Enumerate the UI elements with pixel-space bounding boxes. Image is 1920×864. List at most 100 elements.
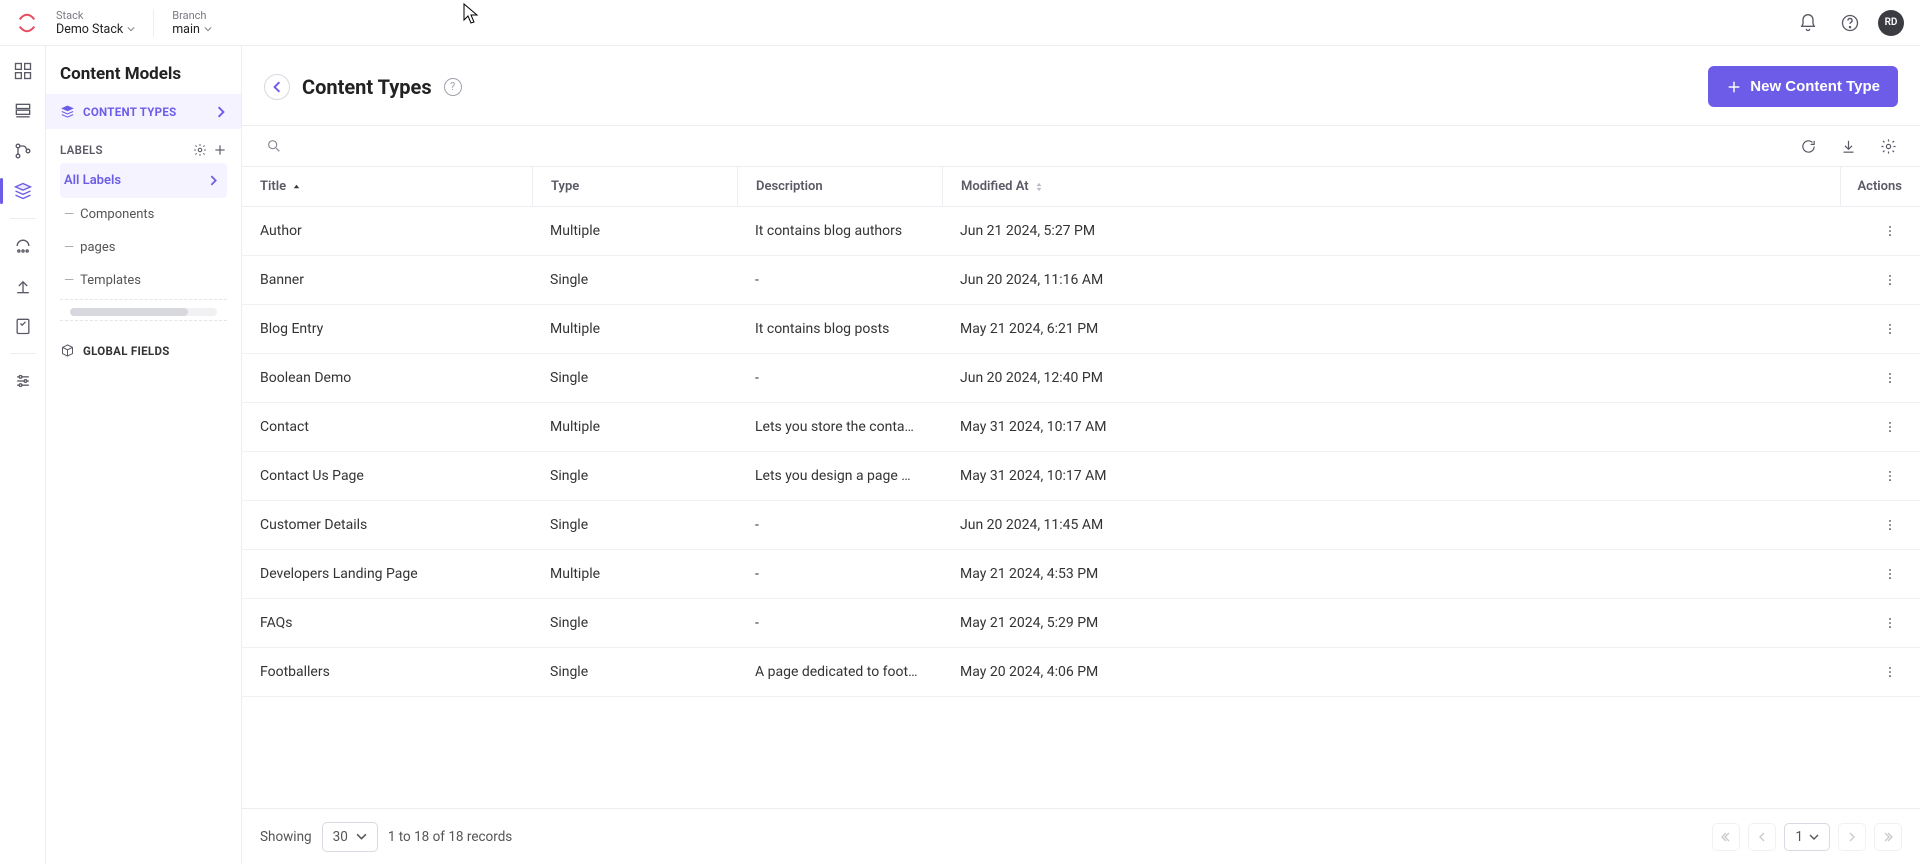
page-last-button[interactable] <box>1874 823 1902 851</box>
nav-entries[interactable] <box>6 94 40 128</box>
row-actions-button[interactable] <box>1878 219 1902 243</box>
cell-description: It contains blog authors <box>737 223 942 239</box>
col-header-title[interactable]: Title <box>242 179 532 194</box>
table-row[interactable]: Customer Details Single - Jun 20 2024, 1… <box>242 501 1920 550</box>
label-item[interactable]: —Components <box>60 198 227 231</box>
user-avatar[interactable]: RD <box>1878 10 1904 36</box>
nav-branches[interactable] <box>6 134 40 168</box>
col-header-modified[interactable]: Modified At <box>942 167 1482 206</box>
stack-selector[interactable]: Demo Stack <box>56 22 135 37</box>
section-content-types[interactable]: CONTENT TYPES <box>46 94 241 129</box>
table-row[interactable]: Banner Single - Jun 20 2024, 11:16 AM <box>242 256 1920 305</box>
label-text: pages <box>80 240 115 255</box>
table-row[interactable]: Blog Entry Multiple It contains blog pos… <box>242 305 1920 354</box>
cell-title: FAQs <box>242 615 532 631</box>
row-actions-button[interactable] <box>1878 562 1902 586</box>
table-settings-button[interactable] <box>1874 132 1902 160</box>
row-actions-button[interactable] <box>1878 268 1902 292</box>
page-first-button[interactable] <box>1712 823 1740 851</box>
label-text: Templates <box>80 273 141 288</box>
notifications-button[interactable] <box>1794 9 1822 37</box>
sort-both-icon <box>1035 182 1043 192</box>
title-help-icon[interactable]: ? <box>444 78 462 96</box>
row-actions-button[interactable] <box>1878 415 1902 439</box>
branch-selector[interactable]: main <box>172 22 212 37</box>
cell-modified: May 21 2024, 5:29 PM <box>942 615 1482 631</box>
cell-type: Single <box>532 272 737 288</box>
kebab-icon <box>1883 469 1897 483</box>
global-fields-label: GLOBAL FIELDS <box>83 344 170 358</box>
chevron-right-icon <box>215 106 227 118</box>
plus-icon[interactable] <box>213 143 227 157</box>
col-header-description[interactable]: Description <box>737 167 942 206</box>
row-actions-button[interactable] <box>1878 660 1902 684</box>
table-row[interactable]: Developers Landing Page Multiple - May 2… <box>242 550 1920 599</box>
dash-icon: — <box>64 240 74 255</box>
label-text: Components <box>80 207 154 222</box>
section-global-fields[interactable]: GLOBAL FIELDS <box>46 333 241 368</box>
table-row[interactable]: Contact Us Page Single Lets you design a… <box>242 452 1920 501</box>
cell-type: Multiple <box>532 223 737 239</box>
table-footer: Showing 30 1 to 18 of 18 records 1 <box>242 808 1920 864</box>
kebab-icon <box>1883 616 1897 630</box>
kebab-icon <box>1883 273 1897 287</box>
kebab-icon <box>1883 420 1897 434</box>
table-row[interactable]: FAQs Single - May 21 2024, 5:29 PM <box>242 599 1920 648</box>
label-all-labels[interactable]: All Labels <box>60 163 227 198</box>
row-actions-button[interactable] <box>1878 317 1902 341</box>
kebab-icon <box>1883 567 1897 581</box>
page-current-selector[interactable]: 1 <box>1784 823 1830 851</box>
page-next-button[interactable] <box>1838 823 1866 851</box>
table-row[interactable]: Boolean Demo Single - Jun 20 2024, 12:40… <box>242 354 1920 403</box>
label-item[interactable]: — pages <box>60 231 227 264</box>
content-types-label: CONTENT TYPES <box>83 105 177 119</box>
row-actions-button[interactable] <box>1878 464 1902 488</box>
nav-publish[interactable] <box>6 229 40 263</box>
export-button[interactable] <box>1834 132 1862 160</box>
cell-modified: May 31 2024, 10:17 AM <box>942 468 1482 484</box>
cell-modified: Jun 20 2024, 11:16 AM <box>942 272 1482 288</box>
cell-title: Contact Us Page <box>242 468 532 484</box>
app-logo <box>16 12 38 34</box>
label-item[interactable]: — Templates <box>60 264 227 297</box>
nav-settings[interactable] <box>6 364 40 398</box>
cell-type: Single <box>532 468 737 484</box>
chevron-right-icon <box>208 175 219 186</box>
chevron-down-icon <box>356 831 367 842</box>
nav-dashboard[interactable] <box>6 54 40 88</box>
branch-value: main <box>172 22 200 37</box>
table-row[interactable]: Footballers Single A page dedicated to f… <box>242 648 1920 697</box>
table-row[interactable]: Author Multiple It contains blog authors… <box>242 207 1920 256</box>
nav-content-models[interactable] <box>6 174 40 208</box>
cell-modified: May 21 2024, 4:53 PM <box>942 566 1482 582</box>
dash-icon: — <box>64 273 74 288</box>
cell-modified: May 31 2024, 10:17 AM <box>942 419 1482 435</box>
help-button[interactable] <box>1836 9 1864 37</box>
nav-releases[interactable] <box>6 269 40 303</box>
page-size-selector[interactable]: 30 <box>322 822 378 852</box>
col-header-type[interactable]: Type <box>532 167 737 206</box>
cell-type: Single <box>532 664 737 680</box>
gear-icon[interactable] <box>193 143 207 157</box>
cell-modified: Jun 21 2024, 5:27 PM <box>942 223 1482 239</box>
table-row[interactable]: Contact Multiple Lets you store the cont… <box>242 403 1920 452</box>
cell-type: Single <box>532 370 737 386</box>
refresh-icon <box>1800 138 1817 155</box>
all-labels-text: All Labels <box>64 173 121 188</box>
cell-description: - <box>737 615 942 631</box>
row-actions-button[interactable] <box>1878 513 1902 537</box>
back-button[interactable] <box>264 74 290 100</box>
cell-modified: May 20 2024, 4:06 PM <box>942 664 1482 680</box>
records-range: 1 to 18 of 18 records <box>388 829 512 845</box>
page-prev-button[interactable] <box>1748 823 1776 851</box>
new-content-type-button[interactable]: New Content Type <box>1708 66 1898 107</box>
table-header: Title Type Description Modified At Actio… <box>242 167 1920 207</box>
labels-scrollbar[interactable] <box>60 299 227 321</box>
row-actions-button[interactable] <box>1878 366 1902 390</box>
search-button[interactable] <box>260 132 288 160</box>
cell-modified: Jun 20 2024, 12:40 PM <box>942 370 1482 386</box>
nav-tasks[interactable] <box>6 309 40 343</box>
cell-description: - <box>737 370 942 386</box>
refresh-button[interactable] <box>1794 132 1822 160</box>
row-actions-button[interactable] <box>1878 611 1902 635</box>
